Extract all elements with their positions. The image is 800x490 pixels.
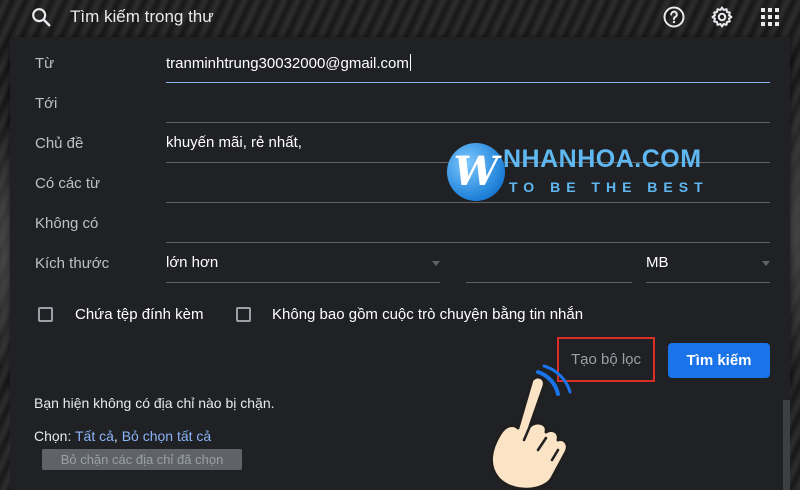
blocked-message: Bạn hiện không có địa chỉ nào bị chặn. [34,395,275,411]
select-prefix: Chọn: [34,428,72,444]
watermark-title: NHANHOA.COM [503,145,702,173]
search-icon[interactable] [30,6,52,28]
search-input[interactable]: Tìm kiếm trong thư [70,7,214,27]
size-unit-select[interactable]: MB [646,243,770,283]
select-row: Chọn: Tất cả, Bỏ chọn tất cả [34,428,212,444]
nhanhoa-logo-icon: W [447,143,505,201]
dropdown-arrow-icon [762,261,770,266]
exclude-chats-label: Không bao gồm cuộc trò chuyện bằng tin n… [272,306,584,323]
subject-field[interactable]: khuyến mãi, rẻ nhất, [166,134,302,151]
select-all-link[interactable]: Tất cả [75,428,114,444]
watermark-tagline: TO BE THE BEST [509,179,709,195]
to-row: Tới [10,83,790,123]
text-caret [409,54,411,71]
to-label: Tới [35,95,58,112]
size-operator-select[interactable]: lớn hơn [166,243,440,283]
unblock-selected-button[interactable]: Bỏ chặn các địa chỉ đã chọn [42,449,242,470]
doesnt-have-label: Không có [35,215,99,232]
deselect-all-link[interactable]: Bỏ chọn tất cả [122,428,212,444]
from-label: Từ [35,55,55,72]
scrollbar[interactable] [783,400,790,490]
nhanhoa-watermark: W NHANHOA.COM TO BE THE BEST [447,143,727,207]
search-button[interactable]: Tìm kiếm [668,343,770,378]
has-attachment-label: Chứa tệp đính kèm [75,306,204,323]
size-label: Kích thước [35,255,110,272]
size-operator-value: lớn hơn [166,254,219,271]
from-row: Từ tranminhtrung30032000@gmail.com [10,43,790,83]
doesnt-have-row: Không có [10,203,790,243]
from-field[interactable]: tranminhtrung30032000@gmail.com [166,54,411,72]
filter-panel: Từ tranminhtrung30032000@gmail.com Tới C… [10,37,790,390]
has-words-label: Có các từ [35,175,101,192]
size-unit-value: MB [646,254,669,271]
has-attachment-checkbox[interactable] [38,307,53,322]
apps-icon[interactable] [760,7,780,27]
help-icon[interactable] [662,5,686,29]
size-operator-underline [166,282,440,283]
top-bar: Tìm kiếm trong thư [0,0,800,34]
size-row: Kích thước lớn hơn MB [10,243,790,283]
subject-label: Chủ đề [35,135,84,152]
size-value-underline [466,282,632,283]
dropdown-arrow-icon [432,261,440,266]
size-unit-underline [646,282,770,283]
size-value-input[interactable] [466,243,632,283]
pointing-hand-icon [490,364,572,490]
gear-icon[interactable] [710,5,734,29]
exclude-chats-checkbox[interactable] [236,307,251,322]
